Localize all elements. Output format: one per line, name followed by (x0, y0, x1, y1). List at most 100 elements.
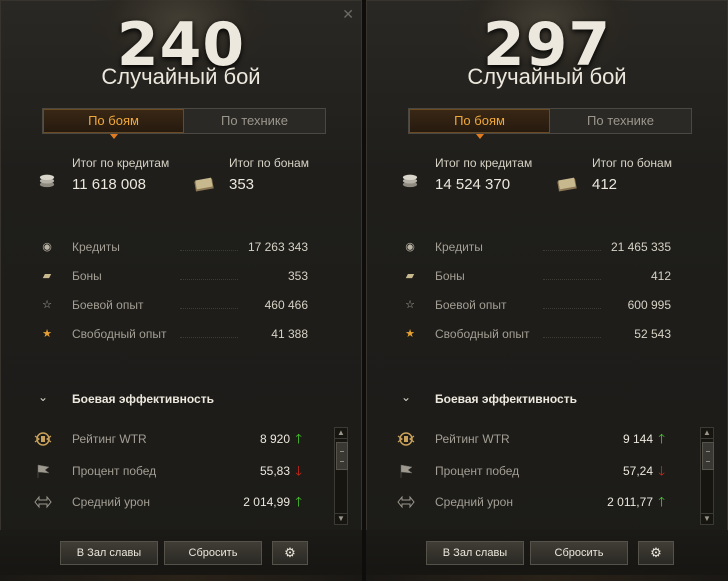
scroll-thumb[interactable] (702, 442, 714, 470)
scroll-thumb[interactable] (336, 442, 348, 470)
efficiency-row-wtr: Рейтинг WTR 8 920 🡑 (32, 430, 324, 448)
stat-row-credits: ◉ Кредиты 17 263 343 (40, 240, 308, 256)
stat-label: Свободный опыт (72, 327, 167, 341)
leader-dots (543, 308, 601, 309)
stat-label: Кредиты (435, 240, 483, 254)
session-stats-panel-left: ✕ 240 Случайный бой По боям По технике И… (0, 0, 362, 581)
efficiency-row-wtr: Рейтинг WTR 9 144 🡑 (395, 430, 687, 448)
stat-value: 460 466 (264, 298, 308, 312)
scroll-up-icon[interactable]: ▲ (701, 428, 713, 439)
hall-of-fame-button[interactable]: В Зал славы (60, 541, 158, 565)
reset-button[interactable]: Сбросить (530, 541, 628, 565)
stat-label: Боны (72, 269, 102, 283)
bonds-total-label: Итог по бонам (229, 156, 309, 170)
stat-row-free-xp: ★ Свободный опыт 41 388 (40, 327, 308, 343)
chevron-down-icon[interactable]: ⌄ (401, 390, 411, 404)
scrollbar[interactable]: ▲ ▼ (700, 427, 714, 525)
credits-total-value: 14 524 370 (435, 176, 511, 193)
leader-dots (180, 308, 238, 309)
leader-dots (180, 337, 238, 338)
mode-title: Случайный бой (101, 64, 261, 89)
bottom-border (366, 575, 728, 581)
efficiency-row-damage: Средний урон 2 014,99 🡑 (32, 493, 324, 511)
efficiency-value: 8 920 (259, 432, 290, 446)
bonds-total-value: 353 (229, 176, 255, 193)
coins-icon (39, 174, 55, 188)
efficiency-label: Средний урон (72, 495, 150, 509)
coins-icon (402, 174, 418, 188)
tab-label: По боям (88, 113, 139, 128)
stat-value: 41 388 (271, 327, 308, 341)
star-outline-icon: ☆ (405, 299, 415, 311)
hall-of-fame-button[interactable]: В Зал славы (426, 541, 524, 565)
trend-down-icon: 🡓 (658, 463, 665, 478)
efficiency-label: Процент побед (72, 464, 157, 478)
efficiency-value: 55,83 (259, 464, 290, 478)
wtr-rating-icon (34, 432, 52, 446)
leader-dots (543, 250, 601, 251)
tab-by-battles[interactable]: По боям (43, 109, 184, 139)
star-gold-icon: ★ (405, 328, 415, 340)
reset-button[interactable]: Сбросить (164, 541, 262, 565)
tab-by-battles[interactable]: По боям (409, 109, 550, 139)
damage-icon (397, 495, 415, 509)
efficiency-row-winrate: Процент побед 57,24 🡓 (395, 462, 687, 480)
gear-icon: ⚙ (650, 545, 662, 560)
leader-dots (180, 250, 238, 251)
efficiency-value: 9 144 (622, 432, 653, 446)
settings-button[interactable]: ⚙ (272, 541, 308, 565)
tab-by-vehicles[interactable]: По технике (550, 109, 691, 133)
scroll-up-icon[interactable]: ▲ (335, 428, 347, 439)
stat-label: Кредиты (72, 240, 120, 254)
trend-down-icon: 🡓 (295, 463, 302, 478)
efficiency-row-winrate: Процент побед 55,83 🡓 (32, 462, 324, 480)
stat-row-free-xp: ★ Свободный опыт 52 543 (403, 327, 671, 343)
settings-button[interactable]: ⚙ (638, 541, 674, 565)
tab-by-vehicles[interactable]: По технике (184, 109, 325, 133)
tab-bar: По боям По технике (408, 108, 692, 139)
stat-label: Свободный опыт (435, 327, 530, 341)
active-tab-arrow-icon (109, 134, 118, 139)
credits-total-value: 11 618 008 (72, 176, 146, 193)
credits-icon: ◉ (405, 241, 415, 253)
chevron-down-icon[interactable]: ⌄ (38, 390, 48, 404)
tab-bar: По боям По технике (42, 108, 326, 139)
gear-icon: ⚙ (284, 545, 296, 560)
efficiency-label: Рейтинг WTR (435, 432, 510, 446)
bonds-total-value: 412 (592, 176, 618, 193)
efficiency-label: Рейтинг WTR (72, 432, 147, 446)
trend-up-icon: 🡑 (658, 494, 665, 509)
trend-up-icon: 🡑 (295, 431, 302, 446)
flag-icon (37, 464, 50, 478)
scrollbar[interactable]: ▲ ▼ (334, 427, 348, 525)
tab-label: По боям (454, 113, 505, 128)
efficiency-value: 2 014,99 (243, 495, 290, 509)
credits-total-label: Итог по кредитам (435, 156, 533, 170)
damage-icon (34, 495, 52, 509)
bottom-border (0, 575, 362, 581)
scroll-down-icon[interactable]: ▼ (335, 513, 347, 524)
stat-value: 412 (650, 269, 671, 283)
star-outline-icon: ☆ (42, 299, 52, 311)
scroll-down-icon[interactable]: ▼ (701, 513, 713, 524)
leader-dots (543, 337, 601, 338)
stat-row-battle-xp: ☆ Боевой опыт 600 995 (403, 298, 671, 314)
efficiency-label: Процент побед (435, 464, 520, 478)
efficiency-value: 57,24 (622, 464, 653, 478)
bonds-icon: ▰ (405, 270, 415, 282)
stat-row-bonds: ▰ Боны 412 (403, 269, 671, 285)
tab-label: По технике (587, 113, 654, 128)
trend-up-icon: 🡑 (295, 494, 302, 509)
bonds-total-label: Итог по бонам (592, 156, 672, 170)
session-stats-panel-right: 297 Случайный бой По боям По технике Ито… (366, 0, 728, 581)
stat-value: 17 263 343 (247, 240, 308, 254)
trend-up-icon: 🡑 (658, 431, 665, 446)
star-gold-icon: ★ (42, 328, 52, 340)
bonds-icon (194, 177, 214, 192)
stat-value: 52 543 (634, 327, 671, 341)
stat-row-credits: ◉ Кредиты 21 465 335 (403, 240, 671, 256)
stat-value: 353 (287, 269, 308, 283)
credits-total-label: Итог по кредитам (72, 156, 170, 170)
efficiency-row-damage: Средний урон 2 011,77 🡑 (395, 493, 687, 511)
bonds-icon (557, 177, 577, 192)
